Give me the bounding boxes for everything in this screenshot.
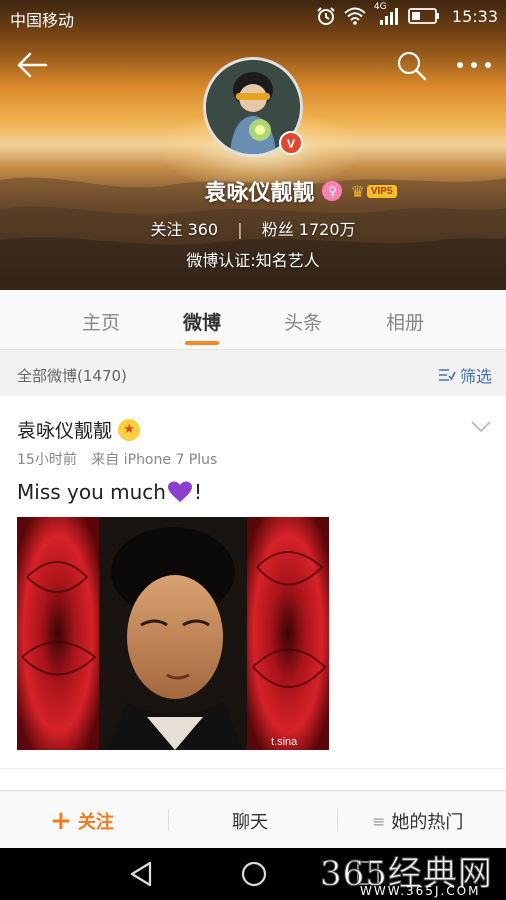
chevron-down-icon[interactable] (470, 420, 492, 434)
tab-weibo[interactable]: 微博 (172, 308, 232, 335)
filter-button[interactable]: 筛选 (438, 363, 492, 387)
portrait-with-roses-image: t.sina (17, 517, 329, 750)
search-button[interactable] (396, 50, 428, 82)
post-time: 15小时前 (17, 452, 77, 468)
signal-icon: 4G (374, 2, 400, 26)
divider (337, 809, 338, 831)
profile-stats: 关注 360 | 粉丝 1720万 (0, 216, 506, 240)
stats-separator: | (237, 220, 243, 239)
profile-tabs: 主页 微博 头条 相册 (0, 290, 506, 350)
active-tab-indicator (185, 341, 219, 345)
avatar-container[interactable]: V (203, 57, 303, 157)
wifi-icon (344, 7, 366, 25)
battery-icon (407, 8, 439, 24)
filter-bar: 全部微博(1470) 筛选 (0, 351, 506, 395)
post-author[interactable]: 袁咏仪靓靓 (17, 416, 112, 443)
alarm-icon (317, 7, 335, 25)
profile-name: 袁咏仪靓靓 (204, 181, 315, 206)
crown-icon: ♛ (350, 181, 365, 201)
post-action-row (0, 768, 506, 790)
vip-badge[interactable]: ♛ VIP5 (350, 181, 397, 201)
tab-headlines[interactable]: 头条 (273, 308, 333, 335)
network-type: 4G (373, 2, 387, 12)
search-icon (397, 51, 427, 81)
menu-lines-icon: ≡ (372, 811, 386, 831)
purple-heart-icon (167, 481, 192, 502)
profile-header: 中国移动 4G 15:33 V 袁咏仪靓靓 ♀ ♛ VIP5 关注 360 | … (0, 0, 506, 290)
image-watermark: t.sina (271, 736, 298, 748)
filter-icon (439, 369, 456, 381)
post-meta: 15小时前 来自 iPhone 7 Plus (17, 449, 217, 469)
status-bar: 中国移动 4G 15:33 (0, 0, 506, 34)
post-source: 来自 iPhone 7 Plus (91, 452, 218, 468)
carrier-name: 中国移动 (10, 11, 75, 30)
back-button[interactable] (14, 50, 50, 80)
more-dots-icon (457, 62, 491, 68)
weibo-post[interactable]: 袁咏仪靓靓 ★ 15小时前 来自 iPhone 7 Plus Miss you … (0, 396, 506, 790)
clock: 15:33 (451, 6, 498, 26)
site-watermark: 365经典网 WWW.365J.COM (320, 846, 506, 900)
watermark-url: WWW.365J.COM (360, 884, 481, 898)
verification-text: 微博认证:知名艺人 (186, 251, 320, 270)
following-stat[interactable]: 关注 360 (150, 220, 223, 239)
post-image[interactable]: t.sina (17, 517, 329, 750)
tab-home[interactable]: 主页 (71, 308, 131, 335)
female-gender-icon: ♀ (322, 181, 343, 201)
all-posts-count[interactable]: 全部微博(1470) (17, 365, 127, 386)
divider (168, 809, 169, 831)
post-text: Miss you much ! (17, 480, 202, 504)
followers-stat[interactable]: 粉丝 1720万 (262, 220, 356, 239)
profile-action-bar: + 关注 聊天 ≡ 她的热门 (0, 790, 506, 848)
verified-badge-icon: V (279, 131, 303, 155)
follow-button[interactable]: + 关注 (50, 808, 114, 834)
nav-home-icon[interactable] (240, 860, 268, 888)
more-button[interactable] (454, 52, 494, 78)
back-arrow-icon (17, 52, 48, 78)
star-badge-icon: ★ (118, 418, 141, 441)
nav-back-icon[interactable] (128, 860, 154, 888)
vip-level: VIP5 (366, 184, 397, 198)
tab-album[interactable]: 相册 (375, 308, 435, 335)
her-hot-button[interactable]: ≡ 她的热门 (372, 808, 463, 834)
plus-icon: + (50, 806, 72, 836)
chat-button[interactable]: 聊天 (232, 808, 268, 834)
